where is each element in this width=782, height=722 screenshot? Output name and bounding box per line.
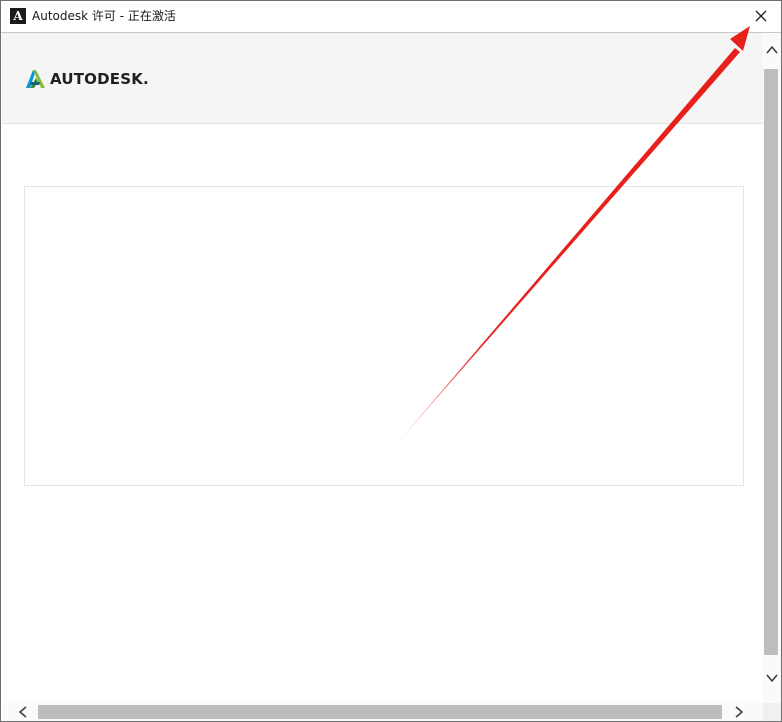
header-band: AUTODESK. (2, 33, 763, 124)
autodesk-app-icon: A (10, 8, 26, 24)
close-button[interactable] (741, 1, 781, 32)
vertical-scroll-thumb[interactable] (764, 69, 778, 655)
vertical-scrollbar[interactable] (763, 33, 781, 703)
activation-content-panel (24, 186, 744, 486)
close-icon (755, 10, 767, 22)
scroll-left-arrow-icon[interactable] (18, 706, 28, 718)
logo-text: AUTODESK. (50, 70, 149, 88)
autodesk-logo: AUTODESK. (26, 68, 149, 90)
scroll-right-arrow-icon[interactable] (734, 706, 744, 718)
scroll-up-arrow-icon[interactable] (766, 45, 778, 55)
horizontal-scrollbar[interactable] (2, 703, 763, 721)
scrollbar-corner (763, 703, 781, 721)
autodesk-logo-icon (26, 70, 45, 88)
window-title: Autodesk 许可 - 正在激活 (32, 9, 176, 23)
autodesk-license-window: A Autodesk 许可 - 正在激活 AUTODESK. (0, 0, 782, 722)
scroll-down-arrow-icon[interactable] (766, 673, 778, 683)
dialog-content: AUTODESK. (2, 33, 763, 703)
title-bar[interactable]: A Autodesk 许可 - 正在激活 (1, 1, 781, 33)
horizontal-scroll-thumb[interactable] (38, 705, 722, 719)
